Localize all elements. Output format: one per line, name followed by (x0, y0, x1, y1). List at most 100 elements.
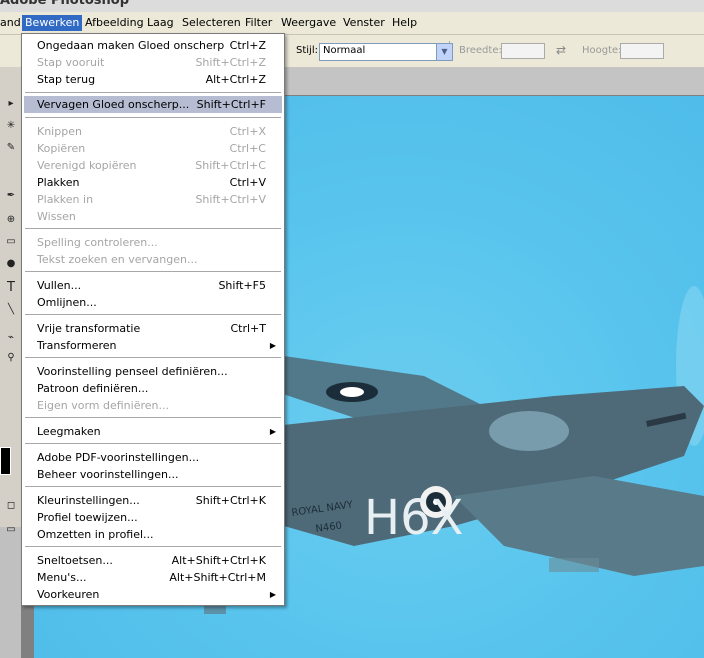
menu-item-spelling: Spelling controleren... (24, 234, 282, 251)
menu-item-penseel-definieren[interactable]: Voorinstelling penseel definiëren... (24, 363, 282, 380)
chevron-down-icon[interactable]: ▼ (436, 44, 452, 60)
menu-help[interactable]: Help (389, 15, 420, 31)
menu-item-stap-vooruit: Stap vooruit Shift+Ctrl+Z (24, 54, 282, 71)
width-input[interactable] (501, 43, 545, 59)
pen-tool-icon[interactable]: ✒ (4, 189, 18, 203)
menu-divider (25, 271, 281, 272)
menu-item-vrije-transformatie[interactable]: Vrije transformatie Ctrl+T (24, 320, 282, 337)
menu-selecteren[interactable]: Selecteren (179, 15, 244, 31)
menu-divider (25, 228, 281, 229)
menu-item-kleurinstellingen[interactable]: Kleurinstellingen... Shift+Ctrl+K (24, 492, 282, 509)
menu-divider (25, 92, 281, 93)
line-tool-icon[interactable]: ╲ (4, 303, 18, 317)
menu-and[interactable]: and (0, 15, 24, 31)
submenu-arrow-icon: ▶ (269, 341, 276, 350)
menu-venster[interactable]: Venster (340, 15, 388, 31)
menu-item-omlijnen[interactable]: Omlijnen... (24, 294, 282, 311)
quick-mask-icon[interactable]: ◻ (4, 499, 18, 513)
menu-item-shortcut: Alt+Shift+Ctrl+M (169, 571, 266, 584)
menu-item-stap-terug[interactable]: Stap terug Alt+Ctrl+Z (24, 71, 282, 88)
eyedropper-icon[interactable]: ⌁ (4, 331, 18, 345)
menu-item-label: Sneltoetsen... (37, 554, 113, 567)
menu-item-sneltoetsen[interactable]: Sneltoetsen... Alt+Shift+Ctrl+K (24, 552, 282, 569)
menu-item-patroon-definieren[interactable]: Patroon definiëren... (24, 380, 282, 397)
swap-arrows-icon[interactable]: ⇄ (556, 43, 566, 57)
zoom-icon[interactable]: ⚲ (4, 351, 18, 365)
menu-item-label: Ongedaan maken Gloed onscherp (37, 39, 225, 52)
menu-item-label: Omlijnen... (37, 296, 97, 309)
menu-item-label: Knippen (37, 125, 82, 138)
menu-item-voorkeuren[interactable]: Voorkeuren ▶ (24, 586, 282, 603)
menu-item-label: Verenigd kopiëren (37, 159, 137, 172)
menu-item-tekst-zoeken: Tekst zoeken en vervangen... (24, 251, 282, 268)
menu-item-transformeren[interactable]: Transformeren ▶ (24, 337, 282, 354)
menu-item-label: Transformeren (37, 339, 117, 352)
screen-mode-icon[interactable]: ▭ (4, 523, 18, 537)
menu-bar: and Bewerken Afbeelding Laag Selecteren … (0, 12, 704, 35)
hand-move-icon[interactable]: ▸ (4, 97, 18, 111)
menu-item-shortcut: Alt+Shift+Ctrl+K (171, 554, 266, 567)
menu-item-label: Spelling controleren... (37, 236, 158, 249)
type-tool-icon[interactable]: T (4, 281, 18, 295)
menu-item-label: Stap terug (37, 73, 96, 86)
menu-item-shortcut: Ctrl+T (230, 322, 266, 335)
menu-item-knippen: Knippen Ctrl+X (24, 123, 282, 140)
brush-icon[interactable]: ✎ (4, 141, 18, 155)
menu-afbeelding[interactable]: Afbeelding (82, 15, 147, 31)
menu-item-label: Kopiëren (37, 142, 86, 155)
menu-item-profiel-toewijzen[interactable]: Profiel toewijzen... (24, 509, 282, 526)
menu-item-wissen: Wissen (24, 208, 282, 225)
menu-item-shortcut: Shift+F5 (218, 279, 266, 292)
magic-wand-icon[interactable]: ✳ (4, 119, 18, 133)
menu-item-pdf-voorinstellingen[interactable]: Adobe PDF-voorinstellingen... (24, 449, 282, 466)
menu-item-beheer-voorinstellingen[interactable]: Beheer voorinstellingen... (24, 466, 282, 483)
foreground-color-swatch[interactable] (0, 447, 11, 475)
style-select[interactable]: Normaal ▼ (319, 43, 453, 61)
menu-divider (25, 443, 281, 444)
menu-item-omzetten-profiel[interactable]: Omzetten in profiel... (24, 526, 282, 543)
menu-item-label: Stap vooruit (37, 56, 105, 69)
menu-item-label: Leegmaken (37, 425, 101, 438)
menu-item-label: Voorkeuren (37, 588, 100, 601)
menu-item-vullen[interactable]: Vullen... Shift+F5 (24, 277, 282, 294)
aircraft-lettering: H6X (364, 490, 464, 546)
height-input[interactable] (620, 43, 664, 59)
stamp-icon[interactable]: ⊕ (4, 213, 18, 227)
menu-item-menus[interactable]: Menu's... Alt+Shift+Ctrl+M (24, 569, 282, 586)
toolbox: ▸ ✳ ✎ ✒ ⊕ ▭ ● T ╲ ⌁ ⚲ ◻ ▭ (0, 67, 22, 535)
aircraft-undercarriage (549, 558, 599, 572)
menu-item-label: Vullen... (37, 279, 82, 292)
menu-item-shortcut: Ctrl+C (229, 142, 266, 155)
menu-divider (25, 314, 281, 315)
menu-item-shortcut: Ctrl+V (229, 176, 266, 189)
menu-item-label: Eigen vorm definiëren... (37, 399, 169, 412)
eraser-icon[interactable]: ▭ (4, 235, 18, 249)
menu-item-label: Vrije transformatie (37, 322, 141, 335)
menu-item-label: Plakken in (37, 193, 94, 206)
menu-item-vorm-definieren: Eigen vorm definiëren... (24, 397, 282, 414)
menu-item-shortcut: Shift+Ctrl+V (195, 193, 266, 206)
menu-item-label: Patroon definiëren... (37, 382, 149, 395)
blur-drop-icon[interactable]: ● (4, 257, 18, 271)
edit-menu-dropdown: Ongedaan maken Gloed onscherp Ctrl+Z Sta… (21, 33, 285, 606)
menu-item-plakken[interactable]: Plakken Ctrl+V (24, 174, 282, 191)
app-title: Adobe Photoshop (0, 0, 130, 8)
style-select-value: Normaal (323, 45, 366, 56)
submenu-arrow-icon: ▶ (269, 590, 276, 599)
menu-item-leegmaken[interactable]: Leegmaken ▶ (24, 423, 282, 440)
style-label: Stijl: (296, 45, 318, 56)
menu-item-plakken-in: Plakken in Shift+Ctrl+V (24, 191, 282, 208)
menu-item-shortcut: Alt+Ctrl+Z (205, 73, 266, 86)
menu-weergave[interactable]: Weergave (278, 15, 339, 31)
app-title-bar: Adobe Photoshop (0, 0, 704, 12)
menu-divider (25, 546, 281, 547)
menu-laag[interactable]: Laag (144, 15, 177, 31)
menu-item-label: Omzetten in profiel... (37, 528, 154, 541)
menu-item-ongedaan-maken[interactable]: Ongedaan maken Gloed onscherp Ctrl+Z (24, 37, 282, 54)
menu-item-vervagen[interactable]: Vervagen Gloed onscherp... Shift+Ctrl+F (24, 96, 282, 113)
menu-bewerken[interactable]: Bewerken (22, 15, 83, 31)
menu-divider (25, 117, 281, 118)
menu-item-shortcut: Ctrl+X (229, 125, 266, 138)
menu-item-label: Wissen (37, 210, 76, 223)
menu-filter[interactable]: Filter (242, 15, 275, 31)
